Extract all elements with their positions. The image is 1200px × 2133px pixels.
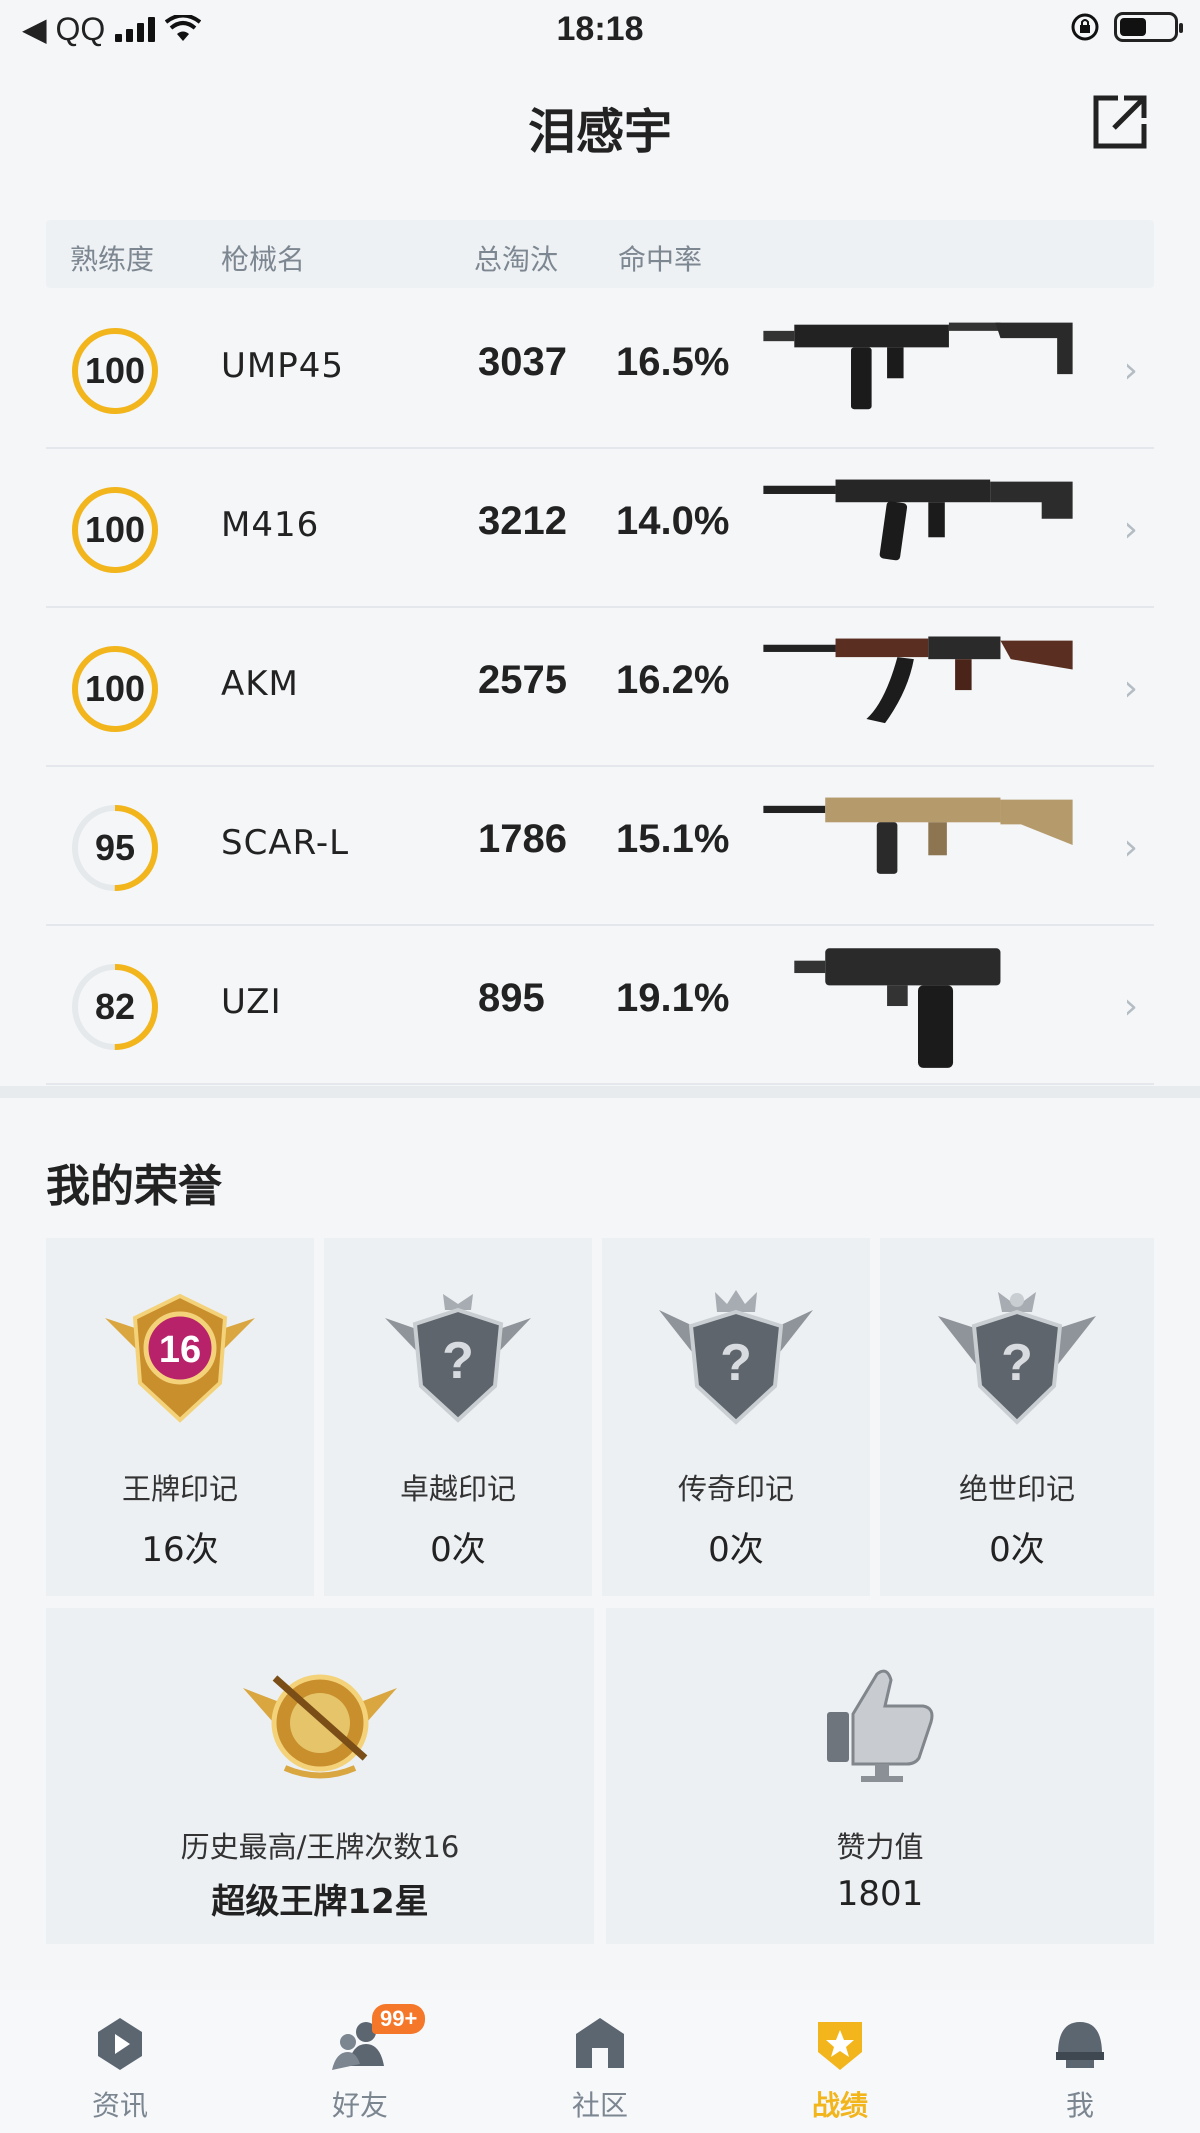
legend-mark-badge-icon: ? — [659, 1290, 813, 1425]
chevron-right-icon: › — [1123, 509, 1138, 550]
mark-card-legend[interactable]: ? 传奇印记 0次 — [602, 1238, 870, 1596]
community-icon — [576, 2018, 624, 2068]
highest-rank-label: 历史最高/王牌次数16 — [180, 1830, 460, 1864]
likes-label: 赞力值 — [836, 1830, 924, 1864]
tab-label: 资讯 — [91, 2089, 148, 2122]
weapon-row[interactable]: 100 AKM 2575 16.2% › — [46, 608, 1154, 767]
weapon-row[interactable]: 100 M416 3212 14.0% › — [46, 449, 1154, 608]
gun-name: SCAR-L — [221, 823, 350, 863]
tab-records[interactable]: 战绩 — [720, 1990, 960, 2133]
mark-question-mark: ? — [1001, 1334, 1033, 1392]
total-kills: 1786 — [478, 817, 567, 861]
tab-bar: 资讯 99+ 好友 社区 战绩 我 — [0, 1990, 1200, 2133]
highest-rank-card[interactable]: 历史最高/王牌次数16 超级王牌12星 — [46, 1608, 594, 1944]
weapon-table-header: 熟练度 枪械名 总淘汰 命中率 — [46, 220, 1154, 288]
header-gun-name: 枪械名 — [221, 243, 306, 276]
header-kills: 总淘汰 — [474, 243, 559, 276]
proficiency-value: 95 — [94, 827, 136, 868]
chevron-right-icon: › — [1123, 668, 1138, 709]
proficiency-value: 100 — [84, 509, 146, 550]
mark-card-excellence[interactable]: ? 卓越印记 0次 — [324, 1238, 592, 1596]
friends-notification-badge: 99+ — [372, 2004, 426, 2034]
gun-name: AKM — [221, 664, 299, 704]
header: 泪感宇 — [0, 80, 1200, 160]
total-kills: 3212 — [478, 499, 567, 543]
gun-name: UZI — [221, 982, 282, 1022]
tab-label: 社区 — [571, 2089, 628, 2122]
mark-label: 传奇印记 — [677, 1472, 794, 1506]
mark-question-mark: ? — [720, 1334, 752, 1392]
proficiency-value: 100 — [84, 668, 146, 709]
proficiency-ring: 100 — [68, 483, 162, 577]
proficiency-value: 100 — [84, 350, 146, 391]
news-icon — [98, 2018, 142, 2070]
peerless-mark-badge-icon: ? — [938, 1292, 1096, 1425]
share-icon[interactable] — [1090, 92, 1150, 152]
tab-friends[interactable]: 99+ 好友 — [240, 1990, 480, 2133]
tab-label: 我 — [1065, 2089, 1094, 2122]
tab-label: 战绩 — [811, 2089, 868, 2122]
proficiency-ring: 100 — [68, 324, 162, 418]
super-ace-badge-icon — [243, 1674, 397, 1779]
mark-count: 0次 — [708, 1530, 764, 1570]
total-kills: 3037 — [478, 340, 567, 384]
header-hit-rate: 命中率 — [618, 243, 703, 276]
record-icon — [818, 2022, 862, 2070]
proficiency-ring: 95 — [68, 801, 162, 895]
mark-question-mark: ? — [442, 1332, 474, 1390]
mark-card-ace[interactable]: 16 王牌印记 16次 — [46, 1238, 314, 1596]
proficiency-value: 82 — [94, 986, 136, 1027]
total-kills: 2575 — [478, 658, 567, 702]
likes-card[interactable]: 赞力值 1801 — [606, 1608, 1154, 1944]
akm-gun-image — [763, 636, 1073, 724]
rotation-lock-icon — [1071, 13, 1099, 41]
hit-rate: 19.1% — [616, 976, 730, 1020]
proficiency-ring: 82 — [68, 960, 162, 1054]
hit-rate: 16.2% — [616, 658, 730, 702]
clock: 18:18 — [556, 10, 644, 48]
proficiency-ring: 100 — [68, 642, 162, 736]
gun-name: UMP45 — [221, 346, 344, 386]
section-divider — [0, 1086, 1200, 1098]
tab-label: 好友 — [331, 2089, 388, 2122]
ace-mark-badge-icon: 16 — [105, 1293, 255, 1423]
chevron-right-icon: › — [1123, 986, 1138, 1027]
uzi-gun-image — [794, 948, 1001, 1068]
header-proficiency: 熟练度 — [70, 243, 155, 276]
thumbs-up-icon — [827, 1669, 934, 1782]
chevron-right-icon: › — [1123, 350, 1138, 391]
hit-rate: 16.5% — [616, 340, 730, 384]
tab-news[interactable]: 资讯 — [0, 1990, 240, 2133]
mark-label: 绝世印记 — [958, 1472, 1075, 1506]
chevron-right-icon: › — [1123, 827, 1138, 868]
weapon-row[interactable]: 82 UZI 895 19.1% › — [46, 926, 1154, 1085]
ump45-gun-image — [763, 322, 1073, 410]
weapon-row[interactable]: 100 UMP45 3037 16.5% › — [46, 290, 1154, 449]
total-kills: 895 — [478, 976, 545, 1020]
likes-value: 1801 — [836, 1874, 924, 1914]
gun-name: M416 — [221, 505, 320, 545]
weapon-row[interactable]: 95 SCAR-L 1786 15.1% › — [46, 767, 1154, 926]
ace-mark-number: 16 — [159, 1329, 201, 1371]
highest-rank-value: 超级王牌12星 — [211, 1882, 429, 1922]
mark-card-peerless[interactable]: ? 绝世印记 0次 — [880, 1238, 1154, 1596]
profile-icon — [1056, 2022, 1104, 2068]
m416-gun-image — [763, 479, 1073, 561]
tab-community[interactable]: 社区 — [480, 1990, 720, 2133]
mark-label: 王牌印记 — [121, 1472, 238, 1506]
excellence-mark-badge-icon: ? — [385, 1294, 531, 1423]
scarl-gun-image — [763, 797, 1073, 874]
mark-count: 0次 — [989, 1530, 1045, 1570]
hit-rate: 14.0% — [616, 499, 730, 543]
tab-me[interactable]: 我 — [960, 1990, 1200, 2133]
mark-label: 卓越印记 — [399, 1472, 516, 1506]
battery-icon — [1114, 12, 1183, 42]
status-bar: ◀ QQ 18:18 — [0, 0, 1200, 60]
honors-title: 我的荣誉 — [46, 1161, 222, 1212]
page-title: 泪感宇 — [527, 104, 672, 160]
mark-count: 16次 — [141, 1530, 219, 1570]
hit-rate: 15.1% — [616, 817, 730, 861]
mark-count: 0次 — [430, 1530, 486, 1570]
